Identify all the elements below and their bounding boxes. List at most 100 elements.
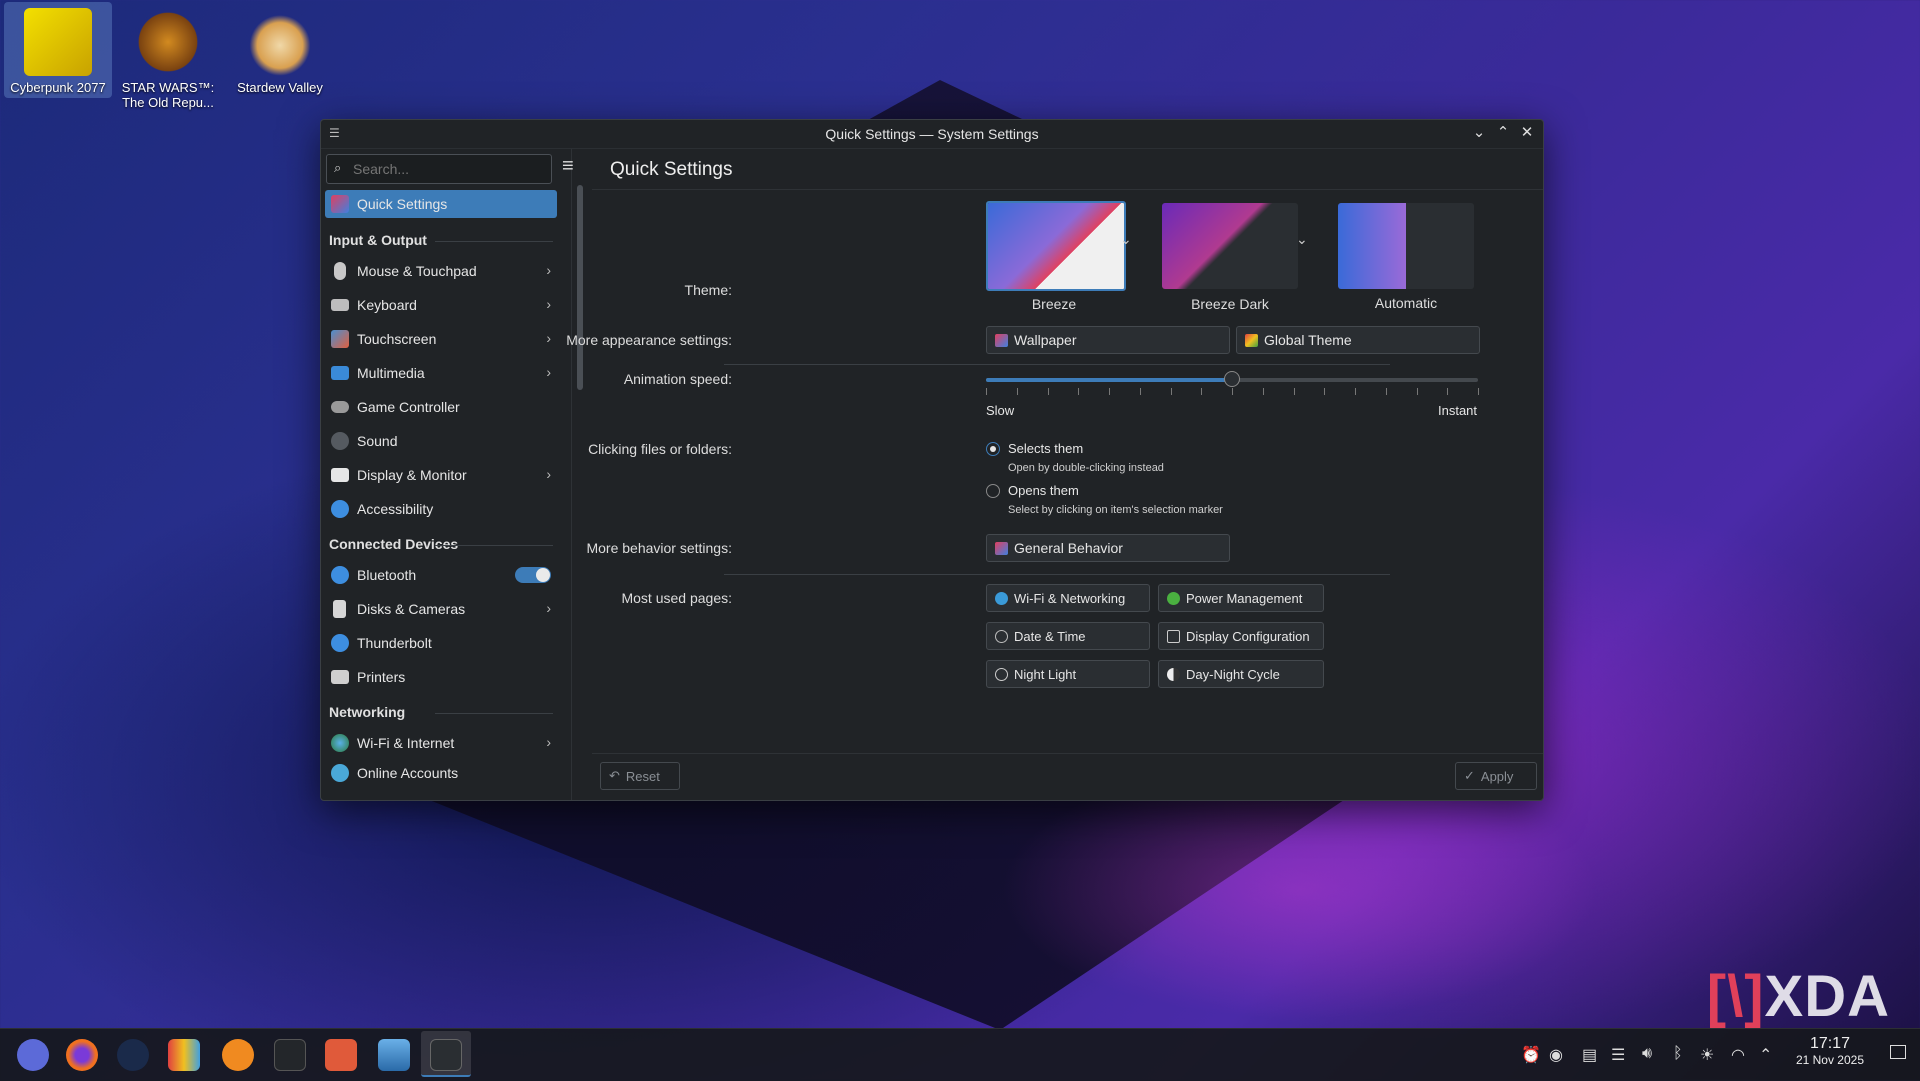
sidebar-item-game-controller[interactable]: Game Controller <box>325 390 557 424</box>
close-icon[interactable]: ✕ <box>1519 123 1535 143</box>
opens-them-radio[interactable] <box>986 484 1000 498</box>
slider-tick <box>1016 388 1018 395</box>
wallpaper-icon <box>995 333 1008 347</box>
bluetooth-toggle[interactable] <box>515 567 551 583</box>
breeze-dropdown-icon[interactable]: ⌄ <box>1120 231 1132 248</box>
most-used-display[interactable]: Display Configuration <box>1158 622 1324 650</box>
sidebar-item-display[interactable]: Display & Monitor › <box>325 458 557 492</box>
system-settings-taskbar-icon[interactable] <box>430 1039 462 1071</box>
terminal-icon[interactable] <box>274 1039 306 1071</box>
maximize-icon[interactable]: ⌃ <box>1495 123 1511 143</box>
sidebar-item-quick-settings[interactable]: Quick Settings <box>325 190 557 218</box>
disk-icon <box>333 600 346 618</box>
clock[interactable]: 17:17 21 Nov 2025 <box>1796 1035 1864 1067</box>
minimize-icon[interactable]: ⌄ <box>1471 123 1487 143</box>
chevron-right-icon: › <box>546 296 551 312</box>
most-used-night-light[interactable]: Night Light <box>986 660 1150 688</box>
updates-icon[interactable]: ☰ <box>1611 1045 1625 1065</box>
sidebar-item-disks[interactable]: Disks & Cameras › <box>325 592 557 626</box>
most-used-power[interactable]: Power Management <box>1158 584 1324 612</box>
brightness-icon[interactable]: ☀ <box>1700 1045 1714 1065</box>
slider-tick <box>1478 388 1479 395</box>
most-used-label-power: Power Management <box>1186 590 1303 606</box>
app-launcher-icon[interactable] <box>17 1039 49 1071</box>
clock-time: 17:17 <box>1809 1035 1850 1052</box>
proton-icon[interactable] <box>222 1039 254 1071</box>
sidebar-item-label: Keyboard <box>357 297 417 313</box>
breeze-preview-icon <box>988 203 1124 289</box>
undo-icon: ↶ <box>609 768 620 783</box>
firefox-icon[interactable] <box>66 1039 98 1071</box>
tag-app-icon[interactable] <box>325 1039 357 1071</box>
slider-tick <box>986 388 987 395</box>
selects-them-label[interactable]: Selects them <box>1008 441 1083 456</box>
animation-speed-handle[interactable] <box>1224 371 1240 387</box>
sidebar-item-wifi[interactable]: Wi-Fi & Internet › <box>325 726 557 760</box>
desktop-icon-stardew[interactable]: Stardew Valley <box>226 2 334 95</box>
apply-button[interactable]: ✓ Apply <box>1455 762 1537 790</box>
sidebar-item-printers[interactable]: Printers <box>325 660 557 694</box>
steam-icon[interactable] <box>117 1039 149 1071</box>
wifi-icon[interactable]: ◠ <box>1731 1045 1745 1065</box>
most-used-day-night[interactable]: Day-Night Cycle <box>1158 660 1324 688</box>
sidebar-item-bluetooth[interactable]: Bluetooth <box>325 558 557 592</box>
desktop-icon-swtor[interactable]: STAR WARS™: The Old Repu... <box>114 2 222 110</box>
desktop-icon-cyberpunk[interactable]: Cyberpunk 2077 <box>4 2 112 98</box>
sidebar-item-label: Game Controller <box>357 399 460 415</box>
sidebar-item-thunderbolt[interactable]: Thunderbolt <box>325 626 557 660</box>
sidebar-item-multimedia[interactable]: Multimedia › <box>325 356 557 390</box>
clipboard-icon[interactable]: ▤ <box>1582 1045 1597 1065</box>
animation-speed-slider[interactable] <box>986 371 1479 395</box>
search-input[interactable] <box>351 158 545 180</box>
most-used-label-night: Night Light <box>1014 666 1077 682</box>
slider-tick <box>1385 388 1387 395</box>
day-night-icon <box>1167 667 1180 681</box>
more-behavior-label: More behavior settings: <box>586 540 732 556</box>
expand-tray-icon[interactable]: ⌃ <box>1759 1045 1772 1065</box>
power-icon <box>1167 591 1180 605</box>
selects-them-radio[interactable] <box>986 442 1000 456</box>
page-title: Quick Settings <box>610 159 733 180</box>
monitor-icon <box>331 468 349 482</box>
sidebar-item-label: Wi-Fi & Internet <box>357 735 455 751</box>
theme-breeze-dark-card[interactable] <box>1162 203 1298 289</box>
most-used-wifi[interactable]: Wi-Fi & Networking <box>986 584 1150 612</box>
global-theme-button[interactable]: Global Theme <box>1236 326 1480 354</box>
chevron-right-icon: › <box>546 734 551 750</box>
sidebar-item-sound[interactable]: Sound <box>325 424 557 458</box>
steam-tray-icon[interactable]: ◉ <box>1549 1045 1563 1065</box>
theme-automatic-card[interactable] <box>1338 203 1474 289</box>
slider-tick <box>1201 388 1203 395</box>
sidebar-item-mouse[interactable]: Mouse & Touchpad › <box>325 254 557 288</box>
most-used-date[interactable]: Date & Time <box>986 622 1150 650</box>
sidebar-item-keyboard[interactable]: Keyboard › <box>325 288 557 322</box>
sidebar-item-accessibility[interactable]: Accessibility <box>325 492 557 526</box>
show-desktop-icon[interactable] <box>1890 1045 1906 1059</box>
xda-watermark: [\]XDA <box>1706 964 1890 1029</box>
general-behavior-button[interactable]: General Behavior <box>986 534 1230 562</box>
theme-breeze-card[interactable] <box>986 201 1126 291</box>
reset-button[interactable]: ↶ Reset <box>600 762 680 790</box>
sidebar-item-touchscreen[interactable]: Touchscreen › <box>325 322 557 356</box>
multimedia-icon <box>331 366 349 380</box>
file-manager-icon[interactable] <box>378 1039 410 1071</box>
global-theme-button-label: Global Theme <box>1264 332 1352 348</box>
instant-label: Instant <box>1438 403 1478 418</box>
sidebar-item-online-accounts[interactable]: Online Accounts <box>325 760 557 786</box>
volume-icon[interactable]: 🔊︎ <box>1642 1045 1652 1063</box>
bluetooth-tray-icon[interactable]: ᛒ <box>1673 1045 1683 1063</box>
alarm-icon[interactable]: ⏰ <box>1521 1045 1541 1065</box>
hamburger-menu-icon[interactable]: ≡ <box>562 156 582 177</box>
opens-them-label[interactable]: Opens them <box>1008 483 1079 498</box>
keyboard-icon <box>331 299 349 311</box>
sidebar-item-label: Bluetooth <box>357 567 417 583</box>
most-used-label-daynight: Day-Night Cycle <box>1186 666 1280 682</box>
search-field[interactable]: ⌕ <box>326 154 552 184</box>
sidebar-item-label: Quick Settings <box>357 196 448 212</box>
breeze-dark-dropdown-icon[interactable]: ⌄ <box>1296 231 1308 248</box>
apply-button-label: Apply <box>1480 768 1514 784</box>
titlebar[interactable]: ☰ Quick Settings — System Settings ⌄ ⌃ ✕ <box>321 120 1543 149</box>
discover-store-icon[interactable] <box>168 1039 200 1071</box>
wallpaper-button[interactable]: Wallpaper <box>986 326 1230 354</box>
animation-speed-label: Animation speed: <box>623 371 732 387</box>
